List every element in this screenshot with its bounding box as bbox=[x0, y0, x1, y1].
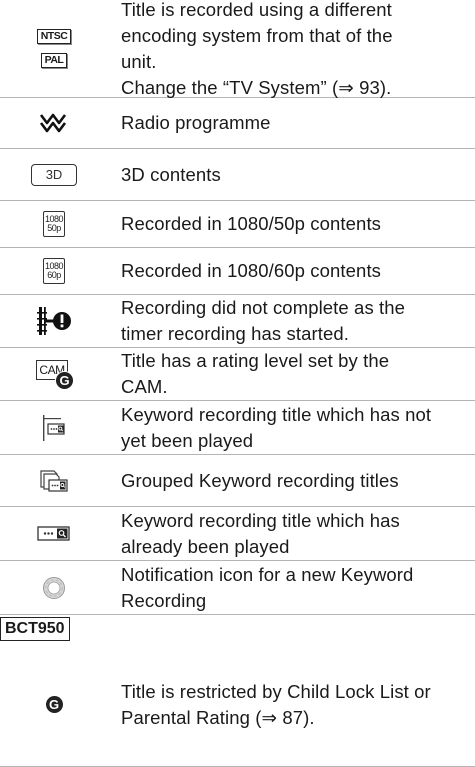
table-row: NTSC PAL Title is recorded using a diffe… bbox=[0, 0, 475, 98]
description-cell: Title is recorded using a different enco… bbox=[121, 0, 475, 98]
table-row: CAM G Title has a rating level set by th… bbox=[0, 348, 475, 401]
icon-cell bbox=[0, 98, 108, 148]
table-row: 1080 50p Recorded in 1080/50p contents bbox=[0, 201, 475, 248]
ntsc-icon: NTSC bbox=[36, 29, 72, 44]
description-cell: Grouped Keyword recording titles bbox=[121, 455, 475, 506]
icon-cell: NTSC PAL bbox=[0, 0, 108, 97]
notification-ring-icon bbox=[43, 576, 65, 599]
g-rating-icon: G bbox=[55, 371, 74, 390]
row-description: Grouped Keyword recording titles bbox=[121, 469, 399, 491]
description-cell: Recorded in 1080/60p contents bbox=[121, 248, 475, 294]
icon-cell bbox=[0, 401, 108, 454]
icon-cell bbox=[0, 455, 108, 506]
recording-incomplete-icon bbox=[37, 307, 71, 335]
keyword-unplayed-icon bbox=[43, 414, 65, 441]
description-cell: 3D contents bbox=[121, 149, 475, 200]
row-description: Title is recorded using a different enco… bbox=[121, 0, 393, 98]
table-row: G Title is restricted by Child Lock List… bbox=[0, 643, 475, 766]
description-cell: Title has a rating level set by the CAM. bbox=[121, 348, 475, 400]
table-row: Radio programme bbox=[0, 98, 475, 149]
table-row: Recording did not complete as the timer … bbox=[0, 295, 475, 348]
description-cell: Keyword recording title which has alread… bbox=[121, 507, 475, 560]
1080-60p-icon: 1080 60p bbox=[43, 258, 65, 284]
description-cell: Recorded in 1080/50p contents bbox=[121, 201, 475, 247]
description-cell: Keyword recording title which has not ye… bbox=[121, 401, 475, 454]
table-row: Grouped Keyword recording titles bbox=[0, 455, 475, 507]
cam-rating-icon: CAM G bbox=[36, 360, 74, 390]
icon-cell: G bbox=[0, 643, 108, 766]
description-cell: Radio programme bbox=[121, 98, 475, 148]
keyword-played-icon bbox=[37, 525, 70, 541]
row-description: 3D contents bbox=[121, 163, 221, 185]
description-cell: Title is restricted by Child Lock List o… bbox=[121, 643, 475, 766]
row-description: Title has a rating level set by the CAM. bbox=[121, 350, 390, 397]
1080-50p-icon: 1080 50p bbox=[43, 211, 65, 237]
table-row: Keyword recording title which has alread… bbox=[0, 507, 475, 561]
table-row: 3D 3D contents bbox=[0, 149, 475, 201]
icon-cell bbox=[0, 561, 108, 614]
icon-cell bbox=[0, 295, 108, 347]
3d-icon: 3D bbox=[31, 163, 77, 186]
row-description: Keyword recording title which has not ye… bbox=[121, 403, 432, 451]
row-description: Recorded in 1080/50p contents bbox=[121, 213, 382, 234]
row-description: Keyword recording title which has alread… bbox=[121, 509, 400, 557]
radio-icon bbox=[39, 113, 67, 133]
model-section: BCT950 G Title is restricted by Child Lo… bbox=[0, 615, 475, 767]
icon-cell: 3D bbox=[0, 149, 108, 200]
description-cell: Notification icon for a new Keyword Reco… bbox=[121, 561, 475, 614]
row-description: Recorded in 1080/60p contents bbox=[121, 260, 382, 281]
keyword-group-icon bbox=[40, 469, 68, 492]
pal-icon: PAL bbox=[40, 53, 68, 68]
icon-cell: CAM G bbox=[0, 348, 108, 400]
row-description: Title is restricted by Child Lock List o… bbox=[121, 680, 431, 728]
icon-cell bbox=[0, 507, 108, 560]
model-tag: BCT950 bbox=[0, 617, 70, 641]
row-description: Notification icon for a new Keyword Reco… bbox=[121, 563, 414, 611]
table-row: Keyword recording title which has not ye… bbox=[0, 401, 475, 455]
row-description: Radio programme bbox=[121, 112, 271, 133]
icon-bottom-label: 60p bbox=[47, 270, 61, 280]
icon-cell: 1080 50p bbox=[0, 201, 108, 247]
g-rating-icon: G bbox=[45, 696, 63, 713]
description-cell: Recording did not complete as the timer … bbox=[121, 295, 475, 347]
icon-cell: 1080 60p bbox=[0, 248, 108, 294]
table-row: 1080 60p Recorded in 1080/60p contents bbox=[0, 248, 475, 295]
row-description: Recording did not complete as the timer … bbox=[121, 297, 406, 344]
table-row: Notification icon for a new Keyword Reco… bbox=[0, 561, 475, 615]
icon-bottom-label: 50p bbox=[47, 223, 61, 233]
